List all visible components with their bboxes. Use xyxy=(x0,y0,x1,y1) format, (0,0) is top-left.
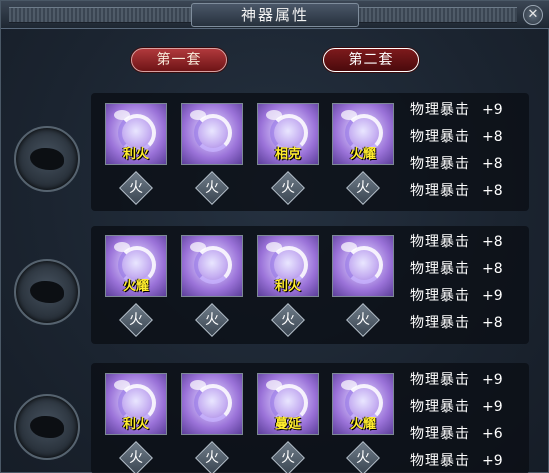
element-label: 火 xyxy=(129,450,143,466)
stat-line: 物理暴击 +8 xyxy=(410,181,520,201)
title-bar-ornament-left xyxy=(9,7,193,23)
stat-line: 物理暴击 +8 xyxy=(410,259,520,279)
artifact-slot[interactable] xyxy=(181,235,243,297)
artifact-glint xyxy=(266,242,282,252)
stat-name: 物理暴击 xyxy=(410,234,470,250)
stat-line: 物理暴击 +8 xyxy=(410,313,520,333)
artifact-glint xyxy=(266,110,282,120)
stat-name: 物理暴击 xyxy=(410,372,470,388)
pet-slot-2[interactable] xyxy=(14,259,80,325)
set-2-button[interactable]: 第二套 xyxy=(323,48,419,72)
artifact-glint xyxy=(341,380,357,390)
element-label: 火 xyxy=(356,450,370,466)
stat-value: +9 xyxy=(482,399,503,415)
artifact-skill-label: 利火 xyxy=(274,279,301,294)
title-bar-ornament-right xyxy=(357,7,517,23)
artifact-slot[interactable]: 火耀 xyxy=(332,373,394,435)
artifact-slot[interactable]: 利火 xyxy=(257,235,319,297)
stat-value: +6 xyxy=(482,426,503,442)
artifact-slot[interactable]: 火耀 xyxy=(105,235,167,297)
artifact-glint xyxy=(114,380,130,390)
artifact-glint xyxy=(190,110,206,120)
artifact-skill-label: 相克 xyxy=(274,147,301,162)
artifact-slot[interactable] xyxy=(332,235,394,297)
stat-value: +8 xyxy=(482,156,503,172)
pet-silhouette-icon xyxy=(30,416,64,438)
stat-line: 物理暴击 +8 xyxy=(410,232,520,252)
artifact-glint xyxy=(190,380,206,390)
element-label: 火 xyxy=(205,312,219,328)
artifact-window: 神器属性 ✕ 第一套 第二套 利火火火相克火火耀火物理暴击 +9 物理暴击 +8 物理暴… xyxy=(0,0,549,473)
artifact-slot[interactable]: 利火 xyxy=(105,103,167,165)
stat-name: 物理暴击 xyxy=(410,288,470,304)
artifact-glint xyxy=(114,110,130,120)
stat-line: 物理暴击 +9 xyxy=(410,370,520,390)
artifact-slot[interactable]: 火耀 xyxy=(332,103,394,165)
title-bar[interactable]: 神器属性 ✕ xyxy=(1,1,549,29)
stat-line: 物理暴击 +9 xyxy=(410,286,520,306)
artifact-glint xyxy=(341,110,357,120)
stat-name: 物理暴击 xyxy=(410,315,470,331)
stat-name: 物理暴击 xyxy=(410,261,470,277)
stat-line: 物理暴击 +8 xyxy=(410,154,520,174)
artifact-slot[interactable]: 利火 xyxy=(105,373,167,435)
pet-slot-3[interactable] xyxy=(14,394,80,460)
stat-line: 物理暴击 +8 xyxy=(410,127,520,147)
stat-name: 物理暴击 xyxy=(410,453,470,469)
stat-name: 物理暴击 xyxy=(410,129,470,145)
artifact-glint xyxy=(266,380,282,390)
pet-slot-1[interactable] xyxy=(14,126,80,192)
stat-name: 物理暴击 xyxy=(410,399,470,415)
stat-value: +8 xyxy=(482,261,503,277)
artifact-glint xyxy=(114,242,130,252)
stat-line: 物理暴击 +9 xyxy=(410,451,520,471)
stat-value: +8 xyxy=(482,315,503,331)
element-label: 火 xyxy=(281,450,295,466)
stat-name: 物理暴击 xyxy=(410,156,470,172)
window-title: 神器属性 xyxy=(191,3,359,27)
set-1-button[interactable]: 第一套 xyxy=(131,48,227,72)
stat-name: 物理暴击 xyxy=(410,426,470,442)
stat-line: 物理暴击 +9 xyxy=(410,397,520,417)
stat-value: +8 xyxy=(482,129,503,145)
artifact-skill-label: 利火 xyxy=(122,417,149,432)
artifact-skill-label: 蔓延 xyxy=(274,417,301,432)
stat-value: +9 xyxy=(482,102,503,118)
artifact-skill-label: 利火 xyxy=(122,147,149,162)
artifact-slot[interactable] xyxy=(181,103,243,165)
element-label: 火 xyxy=(356,180,370,196)
stat-value: +8 xyxy=(482,183,503,199)
stat-value: +8 xyxy=(482,234,503,250)
stat-name: 物理暴击 xyxy=(410,183,470,199)
stat-value: +9 xyxy=(482,288,503,304)
close-button[interactable]: ✕ xyxy=(523,5,543,25)
artifact-skill-label: 火耀 xyxy=(122,279,149,294)
stat-line: 物理暴击 +9 xyxy=(410,100,520,120)
element-label: 火 xyxy=(129,312,143,328)
element-label: 火 xyxy=(205,450,219,466)
element-label: 火 xyxy=(356,312,370,328)
stat-value: +9 xyxy=(482,372,503,388)
element-label: 火 xyxy=(281,180,295,196)
artifact-glint xyxy=(190,242,206,252)
artifact-skill-label: 火耀 xyxy=(349,417,376,432)
artifact-slot[interactable]: 相克 xyxy=(257,103,319,165)
artifact-glint xyxy=(341,242,357,252)
artifact-skill-label: 火耀 xyxy=(349,147,376,162)
pet-silhouette-icon xyxy=(30,148,64,170)
element-label: 火 xyxy=(129,180,143,196)
artifact-slot[interactable] xyxy=(181,373,243,435)
stat-name: 物理暴击 xyxy=(410,102,470,118)
pet-silhouette-icon xyxy=(30,281,64,303)
element-label: 火 xyxy=(205,180,219,196)
element-label: 火 xyxy=(281,312,295,328)
artifact-slot[interactable]: 蔓延 xyxy=(257,373,319,435)
stat-line: 物理暴击 +6 xyxy=(410,424,520,444)
stat-value: +9 xyxy=(482,453,503,469)
